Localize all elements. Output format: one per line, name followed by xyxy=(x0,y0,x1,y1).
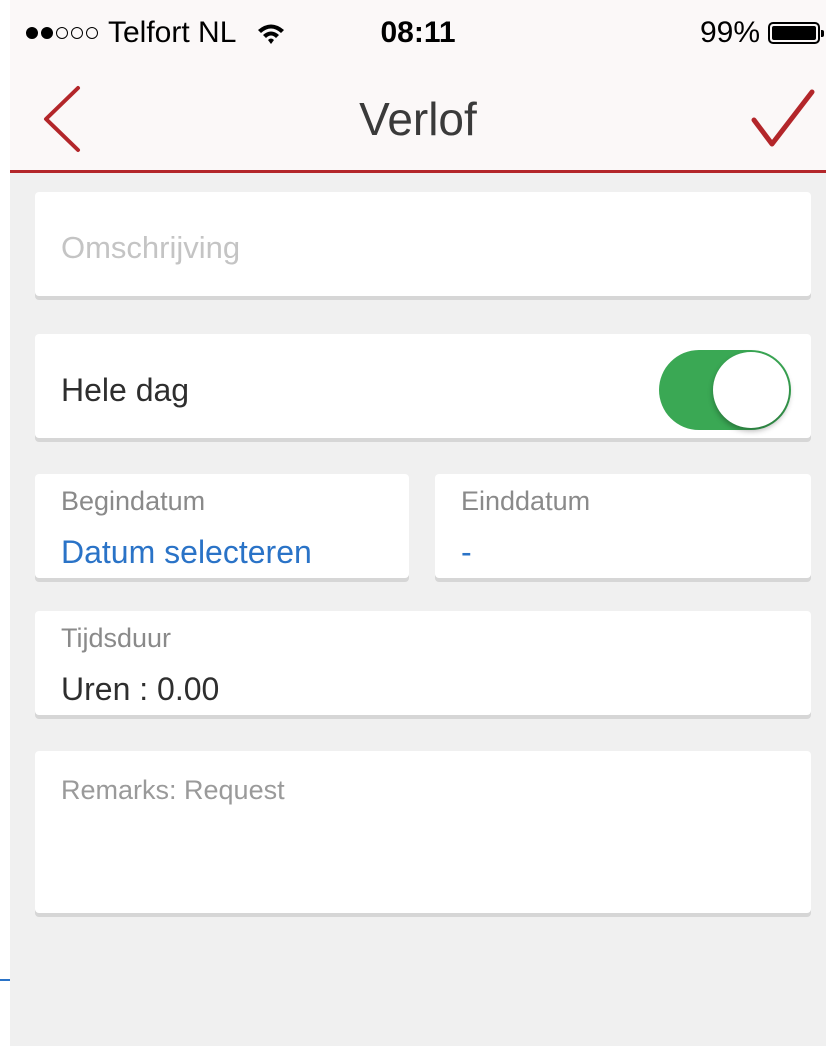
duration-label: Tijdsduur xyxy=(61,623,172,653)
battery-percent: 99% xyxy=(699,16,760,49)
navigation-bar: Verlof xyxy=(10,70,826,173)
duration-field: Tijdsduur Uren : 0.00 xyxy=(35,611,811,715)
end-date-label: Einddatum xyxy=(461,486,591,516)
battery-area: 99% xyxy=(699,16,824,50)
battery-icon xyxy=(768,22,824,44)
duration-value: Uren : 0.00 xyxy=(61,671,220,707)
remarks-textarea[interactable]: Remarks: Request xyxy=(35,751,811,913)
start-date-value[interactable]: Datum selecteren xyxy=(61,534,312,571)
status-bar: Telfort NL 08:11 99% xyxy=(10,0,826,70)
start-date-field[interactable]: Begindatum Datum selecteren xyxy=(35,474,409,578)
toggle-knob xyxy=(713,352,789,428)
edge-divider xyxy=(0,979,10,981)
page-title: Verlof xyxy=(359,93,477,145)
remarks-placeholder: Remarks: Request xyxy=(61,775,285,805)
whole-day-toggle[interactable] xyxy=(659,350,791,430)
start-date-label: Begindatum xyxy=(61,486,206,516)
end-date-value[interactable]: - xyxy=(461,534,472,571)
whole-day-row: Hele dag xyxy=(35,334,811,438)
whole-day-label: Hele dag xyxy=(61,372,190,408)
description-placeholder: Omschrijving xyxy=(61,230,241,265)
confirm-checkmark-icon[interactable] xyxy=(750,88,816,150)
screen: Telfort NL 08:11 99% Verlof Omschrijving xyxy=(10,0,826,1046)
end-date-field[interactable]: Einddatum - xyxy=(435,474,811,578)
description-field[interactable]: Omschrijving xyxy=(35,192,811,296)
